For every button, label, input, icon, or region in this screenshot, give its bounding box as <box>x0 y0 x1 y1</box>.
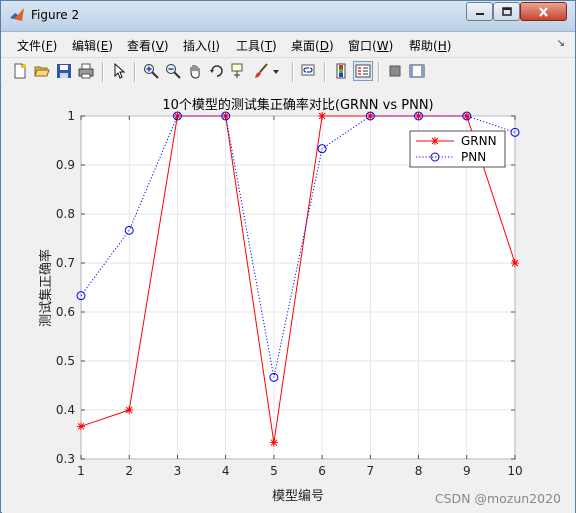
pan-button[interactable] <box>185 61 205 81</box>
open-file-icon <box>34 66 50 77</box>
maximize-icon <box>501 7 512 16</box>
matlab-logo-icon <box>10 8 24 21</box>
series-grnn-point <box>77 422 85 431</box>
title-bar[interactable]: Figure 2 <box>1 1 575 32</box>
chart-title: 10个模型的测试集正确率对比(GRNN vs PNN) <box>162 97 433 113</box>
x-tick-label: 9 <box>463 464 471 478</box>
link-plot-icon <box>301 64 315 76</box>
menu-insert[interactable]: 插入(I) <box>183 37 220 54</box>
figure-toolbar <box>1 57 575 87</box>
select-arrow-button[interactable] <box>109 61 129 81</box>
menu-view[interactable]: 查看(V) <box>127 37 169 54</box>
data-cursor-icon <box>231 63 243 78</box>
zoom-in-button[interactable] <box>141 61 161 81</box>
legend[interactable]: GRNN PNN <box>409 130 506 168</box>
open-file-button[interactable] <box>32 61 52 81</box>
y-tick-label: 0.4 <box>56 403 75 417</box>
legend-grnn-marker <box>431 137 439 145</box>
minimize-icon <box>475 12 484 15</box>
show-plot-tools-icon <box>409 64 425 78</box>
legend-icon <box>355 64 371 78</box>
series-grnn-point <box>511 259 519 267</box>
zoom-out-icon <box>166 64 181 79</box>
x-tick-label: 2 <box>125 464 133 478</box>
zoom-out-button[interactable] <box>163 61 183 81</box>
x-tick-label: 7 <box>367 464 375 478</box>
zoom-in-icon <box>144 64 159 79</box>
maximize-button[interactable] <box>493 2 520 21</box>
series-grnn-point <box>125 406 134 414</box>
hide-plot-tools-icon <box>389 65 401 77</box>
menu-edit[interactable]: 编辑(E) <box>72 37 113 54</box>
legend-button[interactable] <box>353 61 373 81</box>
save-button[interactable] <box>54 61 74 81</box>
hide-plot-tools-button[interactable] <box>385 61 405 81</box>
pan-hand-icon <box>190 65 200 79</box>
x-tick-label: 1 <box>77 464 85 478</box>
menu-file[interactable]: 文件(F) <box>17 37 57 54</box>
data-cursor-button[interactable] <box>229 61 249 81</box>
watermark: CSDN @mozun2020 <box>434 491 561 506</box>
colorbar-icon <box>336 63 346 79</box>
series-grnn-point <box>318 112 327 120</box>
brush-button[interactable] <box>251 61 271 81</box>
y-tick-label: 0.7 <box>56 256 75 270</box>
print-button[interactable] <box>76 61 96 81</box>
axes-box <box>80 115 516 460</box>
close-icon <box>539 6 548 17</box>
menu-window[interactable]: 窗口(W) <box>348 37 393 54</box>
print-icon <box>78 63 94 79</box>
x-tick-label: 5 <box>270 464 278 478</box>
y-tick-label: 0.5 <box>56 354 75 368</box>
show-plot-tools-button[interactable] <box>407 61 427 81</box>
x-axis-label: 模型编号 <box>272 489 324 504</box>
colorbar-button[interactable] <box>331 61 351 81</box>
figure-window: Figure 2 文件(F) 编辑(E) 查看(V) 插入(I) 工具(T) 桌… <box>0 0 576 513</box>
x-tick-label: 10 <box>507 464 522 478</box>
save-icon <box>57 64 71 78</box>
window-title: Figure 2 <box>31 8 80 22</box>
y-tick-label: 0.8 <box>56 207 75 221</box>
select-arrow-icon <box>114 63 126 79</box>
plot-svg: 1 2 3 4 5 6 7 8 9 10 0.3 0.4 0.5 0.6 0.7 0.8 0.9 1 10个模型的… <box>38 97 523 504</box>
rotate-3d-button[interactable] <box>207 61 227 81</box>
dock-arrow-icon[interactable]: ↘ <box>557 38 565 49</box>
y-tick-label: 0.9 <box>56 158 75 172</box>
minimize-button[interactable] <box>466 2 493 21</box>
legend-grnn-label: GRNN <box>461 134 497 148</box>
x-tick-label: 4 <box>222 464 230 478</box>
close-button[interactable] <box>520 2 567 21</box>
new-figure-button[interactable] <box>10 61 30 81</box>
brush-dropdown-button[interactable] <box>271 61 281 81</box>
y-tick-label: 1 <box>67 109 75 123</box>
brush-icon <box>255 63 268 78</box>
menu-tools[interactable]: 工具(T) <box>236 37 277 54</box>
link-plot-button[interactable] <box>299 61 319 81</box>
y-axis-label: 测试集正确率 <box>38 249 54 327</box>
figure-canvas: 1 2 3 4 5 6 7 8 9 10 0.3 0.4 0.5 0.6 0.7 0.8 0.9 1 10个模型的… <box>2 86 575 513</box>
new-figure-icon <box>14 63 26 79</box>
series-grnn-point <box>269 438 278 447</box>
menu-help[interactable]: 帮助(H) <box>409 37 451 54</box>
x-tick-label: 6 <box>318 464 326 478</box>
x-tick-label: 8 <box>415 464 423 478</box>
menu-desktop[interactable]: 桌面(D) <box>291 37 334 54</box>
rotate-3d-icon <box>210 65 223 77</box>
legend-pnn-label: PNN <box>461 150 486 164</box>
y-tick-label: 0.6 <box>56 305 75 319</box>
x-tick-label: 3 <box>174 464 182 478</box>
y-tick-label: 0.3 <box>56 452 75 466</box>
menu-bar: 文件(F) 编辑(E) 查看(V) 插入(I) 工具(T) 桌面(D) 窗口(W… <box>1 32 575 56</box>
brush-dropdown-icon <box>273 70 279 74</box>
